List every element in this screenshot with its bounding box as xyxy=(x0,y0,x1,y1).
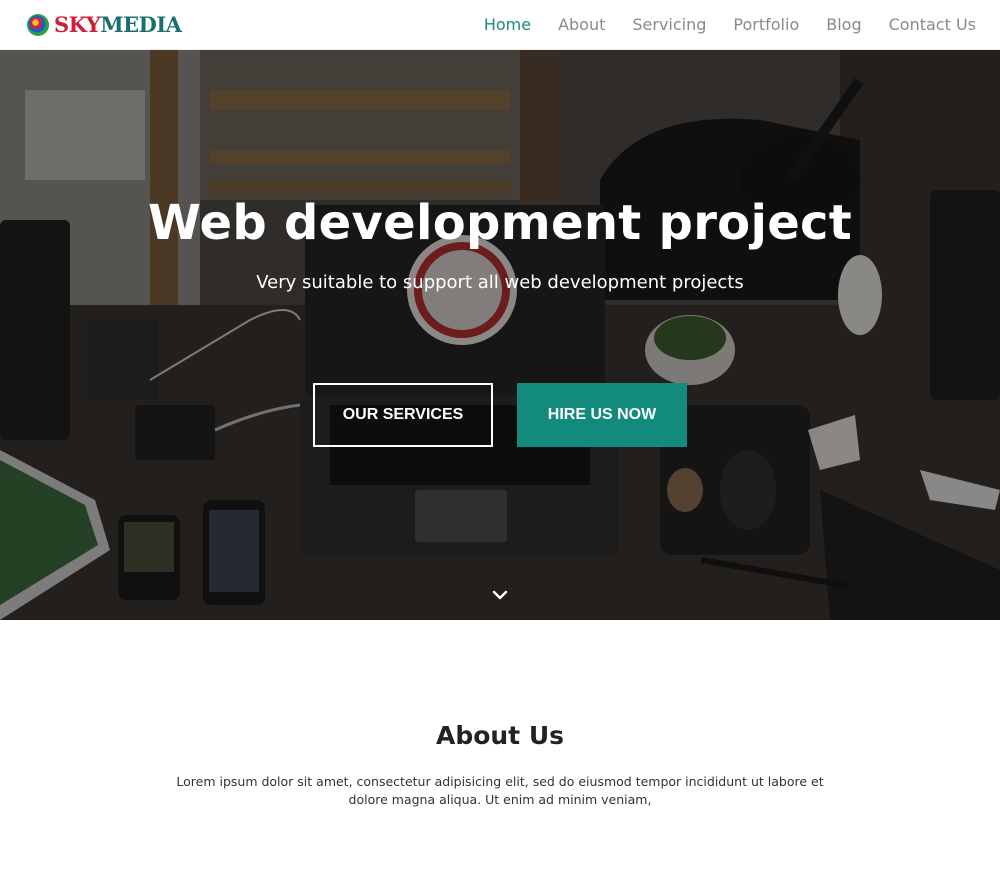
nav-about[interactable]: About xyxy=(558,15,605,34)
about-section: About Us Lorem ipsum dolor sit amet, con… xyxy=(0,620,1000,875)
hero-subtitle: Very suitable to support all web develop… xyxy=(256,272,744,293)
brand-prefix: SKY xyxy=(54,12,101,37)
nav-portfolio[interactable]: Portfolio xyxy=(733,15,799,34)
nav-blog[interactable]: Blog xyxy=(826,15,861,34)
nav-home[interactable]: Home xyxy=(484,15,531,34)
brand-logo[interactable]: SKYMEDIA xyxy=(26,12,182,37)
hire-us-now-button[interactable]: HIRE US NOW xyxy=(517,383,687,447)
main-nav: Home About Servicing Portfolio Blog Cont… xyxy=(484,15,976,34)
nav-contact-us[interactable]: Contact Us xyxy=(889,15,976,34)
about-text: Lorem ipsum dolor sit amet, consectetur … xyxy=(176,774,824,807)
our-services-button[interactable]: OUR SERVICES xyxy=(313,383,493,447)
chevron-down-icon[interactable] xyxy=(490,588,510,604)
brand-name: SKYMEDIA xyxy=(54,12,182,37)
hero-content: Web development project Very suitable to… xyxy=(0,50,1000,620)
hero-title: Web development project xyxy=(147,195,853,251)
hero-section: Web development project Very suitable to… xyxy=(0,50,1000,620)
swirl-logo-icon xyxy=(27,13,49,36)
nav-servicing[interactable]: Servicing xyxy=(632,15,706,34)
brand-suffix: MEDIA xyxy=(100,12,182,37)
about-title: About Us xyxy=(435,721,565,750)
site-header: SKYMEDIA Home About Servicing Portfolio … xyxy=(0,0,1000,50)
